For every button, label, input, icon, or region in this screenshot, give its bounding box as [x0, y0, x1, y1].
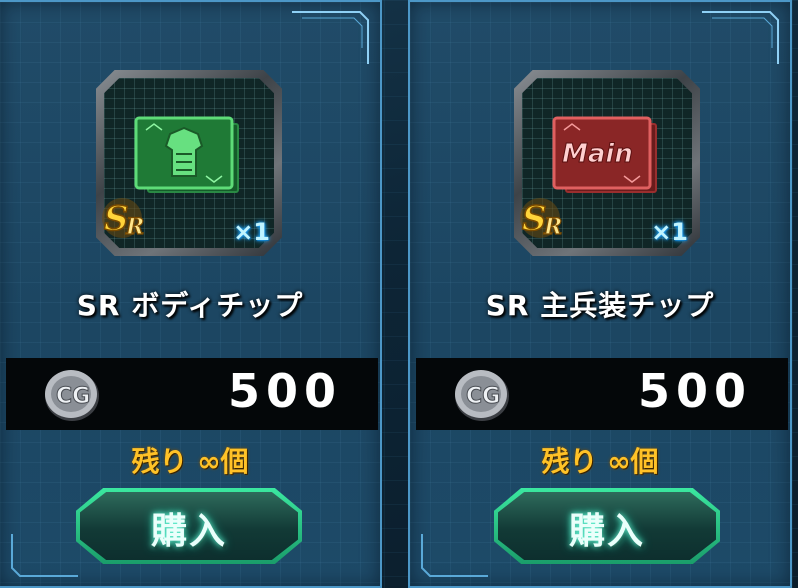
svg-text:S: S	[104, 199, 129, 239]
body-armor-chip-icon	[134, 116, 239, 193]
main-weapon-chip-icon: Main	[552, 116, 657, 193]
price-bar: CG 500	[416, 358, 788, 430]
item-name: SR ボディチップ	[76, 289, 304, 322]
price-value: 500	[227, 364, 342, 418]
shop-item-card-body-chip: S R ×1 SR ボディチップ CG 500 残り ∞個 購入	[0, 0, 382, 588]
corner-decoration	[421, 534, 488, 577]
sr-rarity-badge-icon: S R	[520, 198, 563, 241]
item-icon-frame: Main S R ×1	[514, 70, 700, 256]
cg-coin-icon: CG	[455, 370, 509, 421]
corner-decoration	[292, 11, 369, 64]
buy-button-label: 購入	[568, 511, 645, 552]
stock-remaining: 残り ∞個	[131, 445, 249, 478]
stock-remaining: 残り ∞個	[541, 445, 659, 478]
buy-button[interactable]: 購入	[76, 488, 302, 564]
shop-item-card-main-weapon-chip: Main S R ×1 SR 主兵装チップ CG 500 残り ∞個 購入	[408, 0, 792, 588]
chip-text: Main	[562, 139, 633, 169]
price-value: 500	[637, 364, 752, 418]
buy-button[interactable]: 購入	[494, 488, 720, 564]
price-bar: CG 500	[6, 358, 378, 430]
svg-text:R: R	[543, 214, 562, 240]
quantity-label: ×1	[233, 218, 270, 246]
svg-text:S: S	[522, 199, 547, 239]
item-icon-frame: S R ×1	[96, 70, 282, 256]
corner-decoration	[702, 11, 779, 64]
svg-text:CG: CG	[56, 384, 90, 409]
quantity-label: ×1	[651, 218, 688, 246]
buy-button-label: 購入	[150, 511, 227, 552]
svg-text:R: R	[125, 214, 144, 240]
item-name: SR 主兵装チップ	[485, 289, 715, 322]
sr-rarity-badge-icon: S R	[102, 198, 145, 241]
cg-coin-icon: CG	[45, 370, 99, 421]
svg-text:CG: CG	[466, 384, 500, 409]
